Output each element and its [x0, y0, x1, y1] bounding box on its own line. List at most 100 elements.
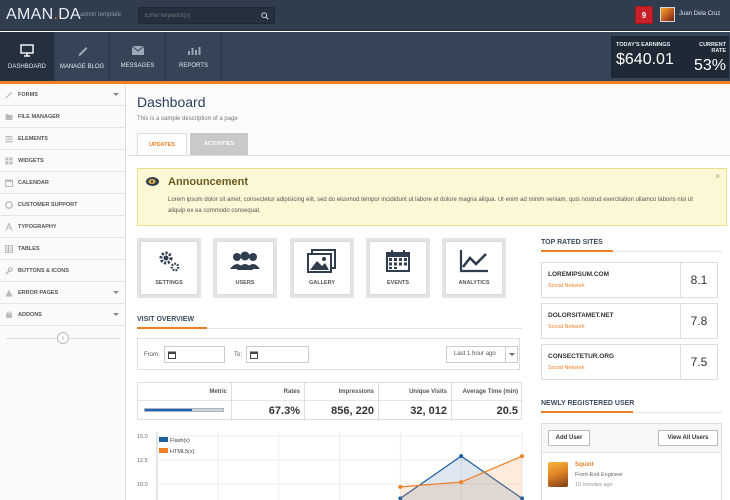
sidebar-item-tables[interactable]: TABLES	[0, 238, 125, 260]
data-point[interactable]	[459, 480, 464, 485]
user-name[interactable]: Squint	[575, 462, 594, 468]
site-score: 7.5	[680, 345, 717, 379]
unique-visits-value: 32, 012	[410, 405, 447, 417]
announcement-text: Lorem ipsum dolor sit amet, consectetur …	[168, 197, 693, 214]
logo[interactable]: AMAN.DA	[6, 6, 81, 24]
main-content: Dashboard This is a sample description o…	[127, 84, 730, 500]
nav-item-reports[interactable]: REPORTS	[166, 32, 222, 81]
sidebar-item-elements[interactable]: ELEMENTS	[0, 128, 125, 150]
shortcut-users[interactable]: USERS	[213, 238, 277, 298]
username[interactable]: Juan Dela Cruz	[679, 11, 720, 17]
shortcut-gallery[interactable]: GALLERY	[290, 238, 354, 298]
calendar-icon	[5, 179, 13, 187]
list-icon	[5, 136, 13, 143]
logo-subtitle: admin template	[80, 12, 122, 18]
sidebar-item-widgets[interactable]: WIDGETS	[0, 150, 125, 172]
from-date-field[interactable]	[164, 346, 225, 363]
sidebar-item-label: ERROR PAGES	[18, 289, 59, 296]
chevron-left-icon: ‹	[61, 334, 65, 342]
data-point[interactable]	[520, 454, 524, 459]
shortcut-label: ANALYTICS	[458, 280, 490, 286]
site-score: 7.8	[680, 304, 717, 338]
search-box	[138, 7, 275, 24]
close-icon[interactable]: ×	[715, 172, 720, 181]
rated-site-card[interactable]: DOLORSITAMET.NET Social Network 7.8	[541, 303, 718, 339]
sidebar-item-label: ADDONS	[18, 311, 42, 318]
search-button[interactable]	[256, 8, 274, 23]
sidebar-item-customer-support[interactable]: CUSTOMER SUPPORT	[0, 194, 125, 216]
visit-chart: 15.0 12.5 10.0 Flash(x) HTML5(x)	[137, 432, 524, 500]
search-input[interactable]	[139, 8, 256, 23]
to-date-field[interactable]	[246, 346, 309, 363]
shortcut-tile: USERS	[216, 241, 274, 295]
sidebar-item-addons[interactable]: ADDONS	[0, 304, 125, 326]
site-category[interactable]: Social Network	[548, 365, 585, 371]
sidebar-item-label: WIDGETS	[18, 157, 44, 164]
grid-icon	[5, 157, 13, 165]
unique-visits-column: Unique Visits 32, 012	[378, 383, 451, 421]
rated-site-card[interactable]: CONSECTETUR.ORG Social Network 7.5	[541, 344, 718, 380]
y-tick-label: 10.0	[137, 482, 148, 488]
sidebar-item-file-manager[interactable]: FILE MANAGER	[0, 106, 125, 128]
notification-badge[interactable]: 9	[635, 6, 653, 24]
new-users-panel: Add User View All Users Squint Front-End…	[541, 423, 722, 500]
sidebar-item-error-pages[interactable]: ERROR PAGES	[0, 282, 125, 304]
y-tick-label: 15.0	[137, 434, 148, 440]
sidebar-item-buttons-icons[interactable]: BUTTONS & ICONS	[0, 260, 125, 282]
nav-item-messages[interactable]: MESSAGES	[110, 32, 166, 81]
tab-activities[interactable]: ACTIVITIES	[190, 133, 248, 155]
shortcut-events[interactable]: EVENTS	[366, 238, 430, 298]
wrench-icon	[5, 267, 13, 275]
shortcut-tile: ANALYTICS	[445, 241, 503, 295]
time-range-select[interactable]: Last 1 hour ago	[446, 346, 518, 363]
lifebuoy-icon	[5, 201, 13, 209]
chevron-down-icon	[113, 313, 119, 316]
sidebar-collapse-button[interactable]: ‹	[57, 332, 69, 344]
chevron-down-icon	[113, 93, 119, 96]
data-point[interactable]	[459, 454, 464, 459]
view-all-users-button[interactable]: View All Users	[658, 430, 718, 446]
user-registered-time: 10 minutes ago	[575, 482, 613, 488]
todays-earnings: TODAY'S EARNINGS $640.01	[616, 36, 674, 78]
sidebar-item-label: TABLES	[18, 245, 40, 252]
nav-item-dashboard[interactable]: DASHBOARD	[0, 32, 55, 81]
rated-site-card[interactable]: LOREMIPSUM.COM Social Network 8.1	[541, 262, 718, 298]
data-point[interactable]	[398, 484, 403, 489]
picture-icon	[307, 249, 336, 273]
users-icon	[230, 251, 260, 270]
site-category[interactable]: Social Network	[548, 324, 585, 330]
user-avatar[interactable]	[660, 7, 675, 22]
sidebar-item-forms[interactable]: FORMS	[0, 84, 125, 106]
nav-item-manage-blog[interactable]: MANAGE BLOG	[55, 32, 110, 81]
sidebar-item-label: ELEMENTS	[18, 135, 48, 142]
rates-column: Rates 67.3%	[231, 383, 304, 421]
avg-time-column: Average Time (min) 20.5	[451, 383, 522, 421]
tab-updates[interactable]: UPDATES	[137, 133, 187, 155]
top-bar: AMAN.DA admin template 9 Juan Dela Cruz	[0, 0, 730, 31]
user-list-item[interactable]: Squint Front-End Engineer 10 minutes ago	[542, 452, 721, 500]
nav-label: REPORTS	[179, 62, 208, 69]
chevron-down-icon	[113, 291, 119, 294]
nav-label: MANAGE BLOG	[59, 63, 105, 70]
tab-divider	[127, 155, 730, 156]
column-header: Rates	[283, 389, 300, 395]
column-header: Average Time (min)	[462, 389, 518, 395]
sidebar-item-label: TYPOGRAPHY	[18, 223, 57, 230]
font-icon	[5, 223, 13, 231]
title-underline	[137, 327, 207, 329]
metric-column: Metric	[138, 383, 231, 421]
shortcut-tile: GALLERY	[293, 241, 351, 295]
rate-label: CURRENT RATE	[699, 42, 726, 54]
shortcut-settings[interactable]: SETTINGS	[137, 238, 201, 298]
shortcut-analytics[interactable]: ANALYTICS	[442, 238, 506, 298]
title-underline	[541, 411, 633, 413]
earnings-value: $640.01	[616, 51, 674, 68]
sidebar-item-calendar[interactable]: CALENDAR	[0, 172, 125, 194]
sidebar-item-typography[interactable]: TYPOGRAPHY	[0, 216, 125, 238]
bar-chart-icon	[187, 46, 200, 55]
site-category[interactable]: Social Network	[548, 283, 585, 289]
add-user-button[interactable]: Add User	[548, 430, 590, 446]
announcement-title: Announcement	[168, 176, 249, 188]
legend-label: Flash(x)	[170, 438, 190, 444]
avatar	[548, 462, 568, 487]
